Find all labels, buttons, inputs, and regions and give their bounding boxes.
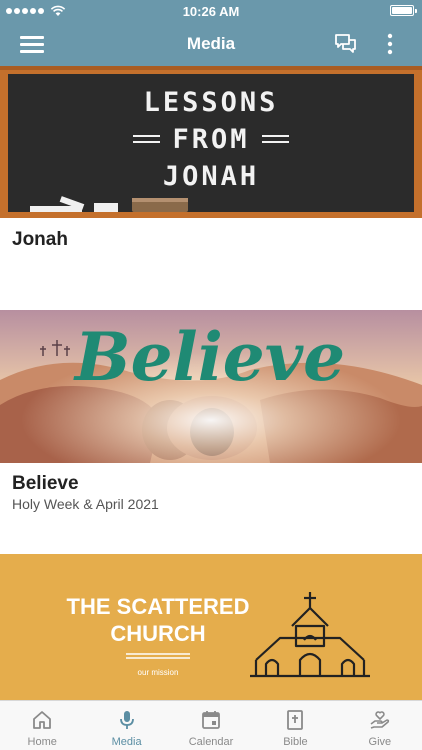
give-heart-hand-icon [370,711,389,729]
page-title: Media [186,34,236,53]
battery-icon [390,5,417,16]
scattered-church-banner-line-2: CHURCH [110,621,205,646]
app-header: Media [0,22,422,66]
tab-label: Home [27,736,57,748]
tab-give[interactable]: Give [338,701,422,750]
media-subtitle: Holy Week & April 2021 [12,496,159,512]
jonah-banner-line-2: FROM [172,124,249,155]
media-card-scattered-church[interactable]: THE SCATTERED CHURCH our mission [0,554,422,700]
tab-calendar[interactable]: Calendar [169,701,253,750]
calendar-icon [202,711,220,729]
chat-bubbles-icon [335,34,356,53]
scattered-church-banner-line-1: THE SCATTERED [67,594,250,619]
jonah-banner-image: LESSONS FROM JONAH [0,66,422,218]
status-time: 10:26 AM [182,4,240,19]
jonah-banner-line-3: JONAH [163,161,259,192]
tab-home[interactable]: Home [0,701,84,750]
media-title: Believe [12,473,79,494]
tab-bible[interactable]: Bible [253,701,337,750]
tab-media[interactable]: Media [84,701,168,750]
more-vertical-icon [387,33,393,55]
media-title: Jonah [12,229,68,250]
bible-icon [287,710,304,730]
tab-label: Calendar [188,736,234,748]
more-options-button[interactable] [380,32,400,56]
media-card-believe[interactable]: Believe Believe Holy Week & April 2021 [0,310,422,554]
jonah-banner-line-1: LESSONS [144,87,279,118]
microphone-icon [119,711,134,729]
tab-label: Bible [283,736,308,748]
believe-banner-text: Believe [73,318,345,396]
tab-label: Give [368,736,392,748]
bottom-tab-bar: Home Media Calendar Bible Give [0,700,422,750]
scattered-church-caption: our mission [138,668,179,677]
chat-bubbles-button[interactable] [334,32,358,56]
believe-banner-image: Believe [0,310,422,463]
home-icon [33,711,52,729]
status-bar: 10:26 AM [0,0,422,22]
tab-label: Media [111,736,142,748]
media-card-jonah[interactable]: LESSONS FROM JONAH Jonah [0,66,422,310]
scattered-church-banner-image: THE SCATTERED CHURCH our mission [0,554,422,700]
